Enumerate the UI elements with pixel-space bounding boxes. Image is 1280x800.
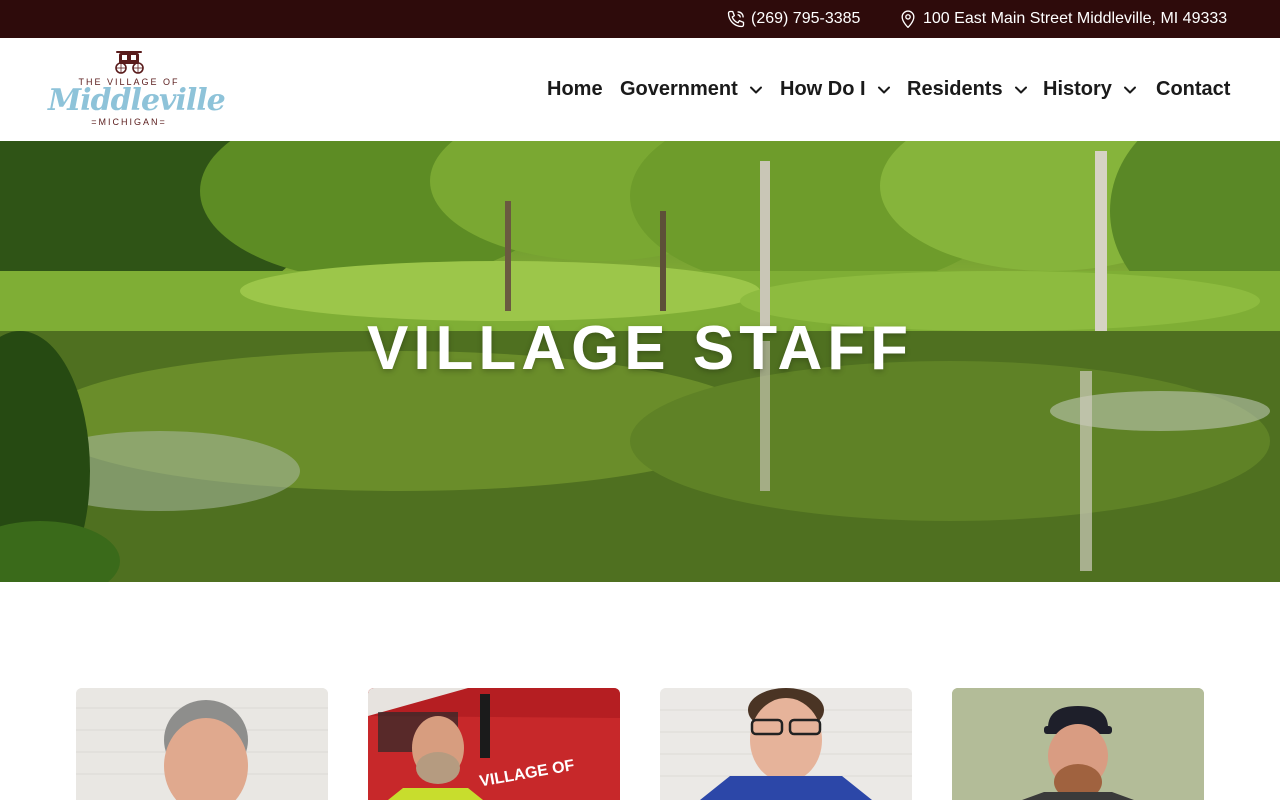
nav-item-label: History xyxy=(1043,78,1112,100)
staff-card[interactable]: VILLAGE OF xyxy=(368,688,620,800)
map-pin-icon xyxy=(901,10,915,29)
chevron-down-icon xyxy=(877,86,890,93)
address-text: 100 East Main Street Middleville, MI 493… xyxy=(923,10,1228,27)
nav-item-label: Government xyxy=(620,78,738,100)
site-logo[interactable]: THE VILLAGE OF Middleville =MICHIGAN= xyxy=(48,50,226,130)
staff-card[interactable] xyxy=(76,688,328,800)
nav-item-label: Contact xyxy=(1156,78,1231,100)
staff-photo: VILLAGE OF xyxy=(368,688,620,800)
nav-item-residents[interactable]: Residents xyxy=(907,38,1028,141)
site-header: THE VILLAGE OF Middleville =MICHIGAN= Ho… xyxy=(0,38,1280,141)
staff-photo xyxy=(952,688,1204,800)
chevron-down-icon xyxy=(1014,86,1027,93)
address-link[interactable]: 100 East Main Street Middleville, MI 493… xyxy=(898,0,1227,38)
phone-number: (269) 795-3385 xyxy=(751,10,861,27)
staff-card[interactable] xyxy=(660,688,912,800)
staff-card[interactable] xyxy=(952,688,1204,800)
nav-item-label: Home xyxy=(547,78,603,100)
nav-item-label: Residents xyxy=(907,78,1003,100)
top-contact-bar: (269) 795-3385 100 East Main Street Midd… xyxy=(0,0,1280,38)
phone-icon xyxy=(727,10,745,28)
logo-script-text: Middleville xyxy=(48,83,226,118)
nav-item-how-do-i[interactable]: How Do I xyxy=(780,38,891,141)
nav-item-history[interactable]: History xyxy=(1043,38,1137,141)
staff-photo xyxy=(76,688,328,800)
nav-item-home[interactable]: Home xyxy=(547,38,603,141)
stagecoach-icon xyxy=(115,51,144,74)
nav-item-label: How Do I xyxy=(780,78,866,100)
hero-banner: VILLAGE STAFF xyxy=(0,141,1280,582)
chevron-down-icon xyxy=(749,86,762,93)
chevron-down-icon xyxy=(1123,86,1136,93)
nav-item-government[interactable]: Government xyxy=(620,38,763,141)
page-title: VILLAGE STAFF xyxy=(366,314,914,383)
staff-photo xyxy=(660,688,912,800)
phone-link[interactable]: (269) 795-3385 xyxy=(726,0,860,38)
nav-item-contact[interactable]: Contact xyxy=(1156,38,1230,141)
logo-bottom-text: =MICHIGAN= xyxy=(91,117,167,127)
